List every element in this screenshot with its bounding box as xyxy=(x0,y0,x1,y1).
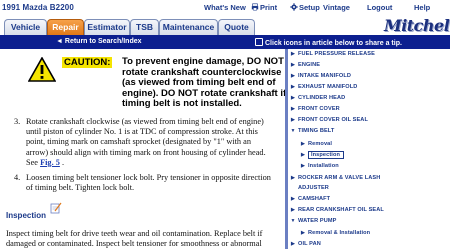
toc-item-front-cover[interactable]: ▶ FRONT COVER xyxy=(288,106,450,112)
print-label: Print xyxy=(260,3,278,12)
figure-5-link[interactable]: Fig. 5 xyxy=(40,158,60,167)
toc-item-cylinder-head[interactable]: ▶ CYLINDER HEAD xyxy=(288,95,450,101)
whats-new-link[interactable]: What's New xyxy=(204,3,246,12)
expand-triangle-icon: ▶ xyxy=(301,230,305,236)
setup-link[interactable]: Setup xyxy=(290,3,320,12)
expand-triangle-icon: ▶ xyxy=(291,95,295,101)
inspection-line: damaged or contaminated. Inspect belt te… xyxy=(6,239,262,249)
toc-item-rocker-arm[interactable]: ▶ ROCKER ARM & VALVE LASH xyxy=(288,175,450,181)
expand-triangle-icon: ▶ xyxy=(291,51,295,57)
step-line: until piston of cylinder No. 1 is at TDC… xyxy=(26,127,258,137)
step-line: arrow) should align with timing mark on … xyxy=(26,147,266,157)
expand-triangle-icon: ▶ xyxy=(291,207,295,213)
expand-triangle-icon: ▶ xyxy=(291,175,295,181)
tab-repair[interactable]: Repair xyxy=(47,19,84,35)
share-tip-icon[interactable] xyxy=(50,202,62,214)
step-number: 4. xyxy=(14,173,21,182)
return-to-search-link[interactable]: ◄ Return to Search/Index xyxy=(56,38,142,45)
expand-triangle-icon: ▶ xyxy=(291,241,295,247)
caution-line: (as viewed from timing belt end of xyxy=(122,77,276,88)
logout-link[interactable]: Logout xyxy=(367,3,392,12)
toc-item-water-pump[interactable]: ▼ WATER PUMP xyxy=(288,218,450,224)
collapse-triangle-icon: ▼ xyxy=(290,218,296,224)
vintage-link[interactable]: Vintage xyxy=(323,3,350,12)
tab-tsb[interactable]: TSB xyxy=(130,19,159,35)
tab-maintenance[interactable]: Maintenance xyxy=(159,19,218,35)
vehicle-title: 1991 Mazda B2200 xyxy=(2,3,74,12)
after-fig-text: . xyxy=(59,157,65,167)
toc-item-intake-manifold[interactable]: ▶ INTAKE MANIFOLD xyxy=(288,73,450,79)
expand-triangle-icon: ▶ xyxy=(291,62,295,68)
printer-icon xyxy=(251,3,259,11)
step-body: Loosen timing belt tensioner lock bolt. … xyxy=(26,173,271,193)
tab-bar: Vehicle Repair Estimator TSB Maintenance… xyxy=(0,18,450,35)
toc-item-engine[interactable]: ▶ ENGINE xyxy=(288,62,450,68)
tab-quote[interactable]: Quote xyxy=(218,19,255,35)
tip-text: Click icons in article below to share a … xyxy=(265,40,402,47)
toc-item-oil-pan[interactable]: ▶ OIL PAN xyxy=(288,241,450,247)
mitchell-logo: Mitchell xyxy=(384,16,450,36)
expand-triangle-icon: ▶ xyxy=(291,196,295,202)
expand-triangle-icon: ▶ xyxy=(291,84,295,90)
step-number: 3. xyxy=(14,117,21,126)
caution-text: To prevent engine damage, DO NOT rotate … xyxy=(122,56,285,110)
see-text: See xyxy=(26,157,38,167)
expand-triangle-icon: ▶ xyxy=(301,141,305,147)
toc-item-installation[interactable]: ▶ Installation xyxy=(288,163,450,169)
toc-item-rear-crankshaft-oil-seal[interactable]: ▶ REAR CRANKSHAFT OIL SEAL xyxy=(288,207,450,213)
toc-item-fuel-pressure-release[interactable]: ▶ FUEL PRESSURE RELEASE xyxy=(288,51,450,57)
tab-vehicle[interactable]: Vehicle xyxy=(4,19,47,35)
tip-icon xyxy=(255,38,263,46)
toc-item-inspection[interactable]: ▶ Inspection xyxy=(288,151,450,159)
print-link[interactable]: Print xyxy=(251,3,277,12)
step-line: Loosen timing belt tensioner lock bolt. … xyxy=(26,173,271,182)
step-line: point, timing mark on camshaft sprocket … xyxy=(26,137,251,147)
toc-item-removal-installation[interactable]: ▶ Removal & Installation xyxy=(288,230,450,236)
help-link[interactable]: Help xyxy=(414,3,430,12)
top-bar: 1991 Mazda B2200 What's New Print Setup … xyxy=(0,0,450,18)
expand-triangle-icon: ▶ xyxy=(291,117,295,123)
tab-estimator[interactable]: Estimator xyxy=(84,19,130,35)
return-label: Return to Search/Index xyxy=(64,38,142,45)
expand-triangle-icon: ▶ xyxy=(291,106,295,112)
inspection-text: Inspect timing belt for drive teeth wear… xyxy=(6,229,285,249)
expand-triangle-icon: ▶ xyxy=(301,163,305,169)
collapse-triangle-icon: ▼ xyxy=(290,128,296,134)
toc-item-exhaust-manifold[interactable]: ▶ EXHAUST MANIFOLD xyxy=(288,84,450,90)
step-line: See Fig. 5 . xyxy=(26,158,266,168)
step-body: Rotate crankshaft clockwise (as viewed f… xyxy=(26,117,266,168)
toc-item-camshaft[interactable]: ▶ CAMSHAFT xyxy=(288,196,450,202)
back-arrow-icon: ◄ xyxy=(56,38,63,45)
step-line: Rotate crankshaft clockwise (as viewed f… xyxy=(26,117,264,126)
expand-triangle-icon: ▶ xyxy=(291,73,295,79)
setup-label: Setup xyxy=(299,3,320,12)
logo-text: Mitchell xyxy=(384,16,450,35)
article-content: CAUTION: To prevent engine damage, DO NO… xyxy=(0,49,285,249)
caution-label: CAUTION: xyxy=(62,57,113,68)
nav-strip: ◄ Return to Search/Index Click icons in … xyxy=(0,35,450,49)
expand-triangle-icon: ▶ xyxy=(301,152,305,158)
toc-item-front-cover-oil-seal[interactable]: ▶ FRONT COVER OIL SEAL xyxy=(288,117,450,123)
section-title-inspection: Inspection xyxy=(6,211,47,220)
table-of-contents: ▶ FUEL PRESSURE RELEASE ▶ ENGINE ▶ INTAKE M… xyxy=(288,49,450,249)
toc-item-removal[interactable]: ▶ Removal xyxy=(288,141,450,147)
inspection-line: Inspect timing belt for drive teeth wear… xyxy=(6,229,263,238)
gear-icon xyxy=(290,3,298,11)
caution-line: timing belt is not installed. xyxy=(122,98,242,109)
caution-line: To prevent engine damage, DO NOT xyxy=(122,56,284,67)
toc-item-timing-belt[interactable]: ▼ TIMING BELT xyxy=(288,128,450,134)
step-line: of timing belt. Tighten lock bolt. xyxy=(26,183,135,193)
tip-instruction: Click icons in article below to share a … xyxy=(255,38,402,47)
toc-item-rocker-arm-continued[interactable]: ADJUSTER xyxy=(288,185,450,191)
